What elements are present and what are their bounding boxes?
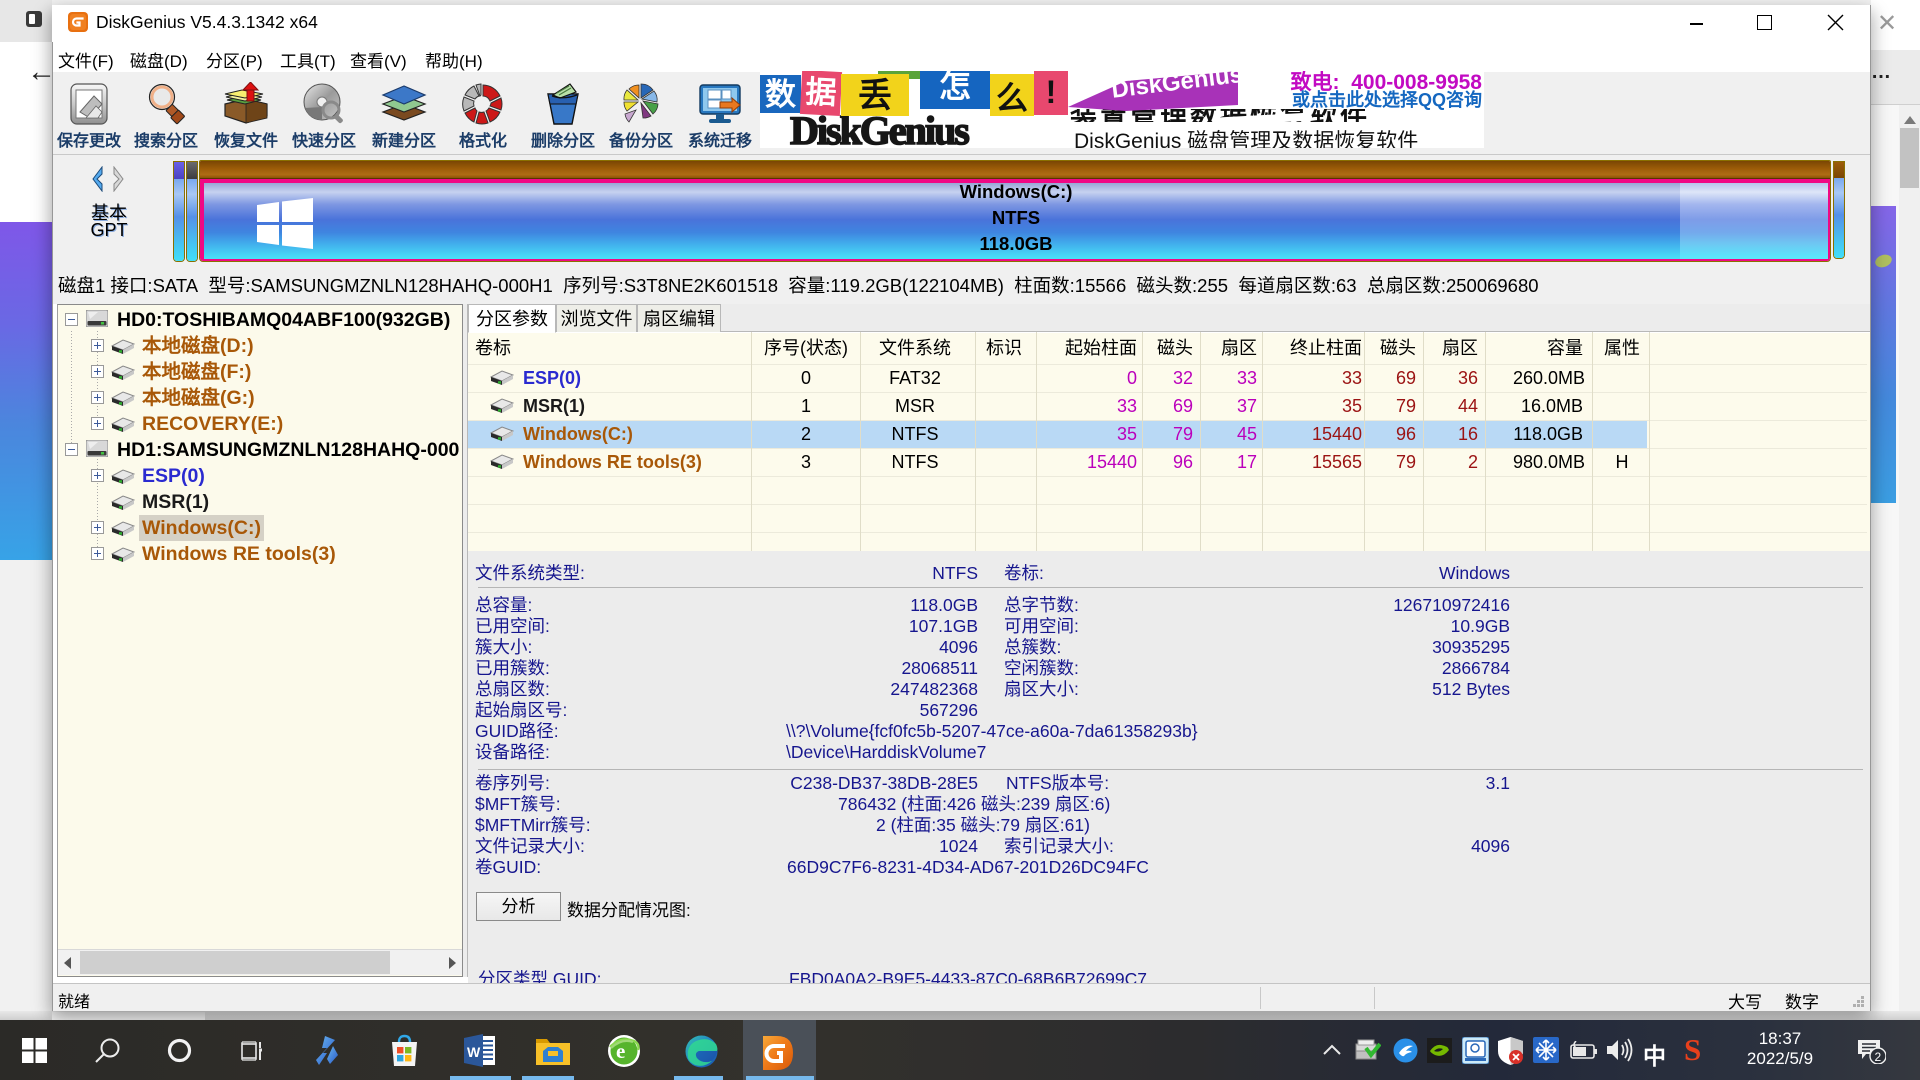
svg-text:W: W: [467, 1044, 481, 1060]
svg-text:2: 2: [1875, 1050, 1882, 1064]
